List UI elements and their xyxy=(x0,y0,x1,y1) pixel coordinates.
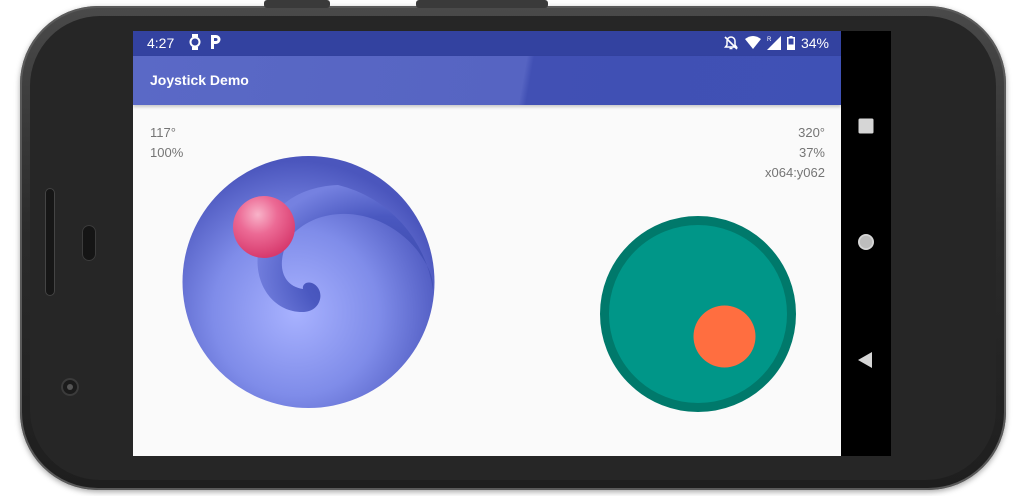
watch-icon xyxy=(189,34,201,50)
status-bar: 4:27 R 34% xyxy=(133,31,841,56)
app-window: 4:27 R 34% Joystick Demo 117° 100% 320° … xyxy=(133,31,841,456)
right-joystick-base xyxy=(600,216,796,412)
signal-icon: R xyxy=(766,36,781,50)
battery-icon xyxy=(786,36,795,50)
right-joystick[interactable] xyxy=(600,216,796,412)
parking-icon xyxy=(211,35,221,49)
right-coordinates-text: x064:y062 xyxy=(765,165,825,180)
status-right-icons: R 34% xyxy=(723,35,829,51)
status-time: 4:27 xyxy=(147,35,175,51)
proximity-sensor xyxy=(82,225,96,261)
left-strength-text: 100% xyxy=(150,145,184,160)
app-bar: Joystick Demo xyxy=(133,56,841,105)
top-hardware-button-2 xyxy=(416,0,548,8)
right-joystick-knob[interactable] xyxy=(693,305,756,368)
svg-text:R: R xyxy=(767,37,772,43)
device-screen: 4:27 R 34% Joystick Demo 117° 100% 320° … xyxy=(133,31,891,456)
battery-percent: 34% xyxy=(800,35,829,51)
right-angle-text: 320° xyxy=(798,125,825,140)
left-angle-text: 117° xyxy=(150,125,176,140)
left-joystick[interactable] xyxy=(182,155,435,408)
front-camera-icon xyxy=(61,378,79,396)
navigation-bar xyxy=(841,31,891,456)
wifi-icon xyxy=(744,36,761,49)
status-left-icons xyxy=(189,34,221,50)
back-button[interactable] xyxy=(857,351,875,369)
notifications-off-icon xyxy=(723,36,738,50)
app-title: Joystick Demo xyxy=(150,72,249,88)
left-joystick-readout: 117° 100% xyxy=(150,123,183,163)
left-joystick-knob[interactable] xyxy=(233,196,295,258)
speaker-grille xyxy=(45,188,55,296)
top-hardware-button-1 xyxy=(264,0,330,8)
right-joystick-readout: 320° 37% x064:y062 xyxy=(765,123,825,183)
home-button[interactable] xyxy=(857,233,875,251)
recents-button[interactable] xyxy=(857,117,875,135)
right-strength-text: 37% xyxy=(798,145,825,160)
